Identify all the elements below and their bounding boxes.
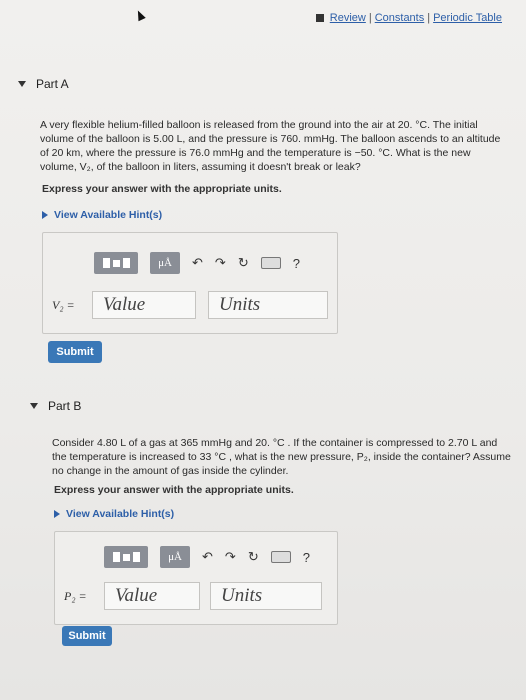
part-b-units-input[interactable]: Units xyxy=(210,582,322,610)
redo-icon[interactable]: ↷ xyxy=(225,549,236,565)
templates-button[interactable] xyxy=(94,252,138,274)
part-b-title: Part B xyxy=(48,399,82,413)
review-icon xyxy=(315,14,324,22)
part-a-hints-label: View Available Hint(s) xyxy=(54,209,163,221)
header-links: Review | Constants | Periodic Table xyxy=(315,12,502,24)
part-b-header[interactable]: Part B xyxy=(30,399,81,413)
keyboard-icon[interactable] xyxy=(260,257,281,269)
part-a-submit-button[interactable]: Submit xyxy=(48,341,102,363)
template-block-icon xyxy=(102,258,110,268)
part-b-toolbar: μÅ ↶ ↷ ↻ ? xyxy=(104,546,310,568)
part-a-title: Part A xyxy=(36,77,69,91)
part-b-value-input[interactable]: Value xyxy=(104,582,200,610)
link-separator: | xyxy=(427,12,431,24)
reset-icon[interactable]: ↻ xyxy=(248,549,259,565)
template-block-icon xyxy=(122,258,130,268)
keyboard-icon[interactable] xyxy=(270,551,291,563)
part-a-value-input[interactable]: Value xyxy=(92,291,196,319)
template-block-icon xyxy=(112,259,120,267)
part-b-submit-button[interactable]: Submit xyxy=(62,626,112,646)
link-separator: | xyxy=(368,12,372,24)
undo-icon[interactable]: ↶ xyxy=(202,549,213,565)
expand-caret-icon xyxy=(54,510,60,518)
expand-caret-icon xyxy=(42,211,48,219)
part-b-answer-row: P₂ = Value Units xyxy=(64,582,322,610)
template-block-icon xyxy=(132,552,140,562)
templates-button[interactable] xyxy=(104,546,148,568)
collapse-caret-icon xyxy=(30,403,38,409)
part-a-hints-toggle[interactable]: View Available Hint(s) xyxy=(42,209,162,221)
part-b-variable-label: P₂ = xyxy=(64,588,87,603)
review-link[interactable]: Review xyxy=(330,12,366,24)
part-b-hints-toggle[interactable]: View Available Hint(s) xyxy=(54,508,174,520)
periodic-table-link[interactable]: Periodic Table xyxy=(433,12,502,24)
undo-icon[interactable]: ↶ xyxy=(192,255,203,271)
help-icon[interactable]: ? xyxy=(293,256,300,271)
part-a-toolbar: μÅ ↶ ↷ ↻ ? xyxy=(94,252,300,274)
reset-icon[interactable]: ↻ xyxy=(238,255,249,271)
collapse-caret-icon xyxy=(18,81,26,87)
page: Review | Constants | Periodic Table Part… xyxy=(0,0,526,700)
mouse-cursor-icon xyxy=(134,8,146,22)
units-symbol-button[interactable]: μÅ xyxy=(160,546,190,568)
template-block-icon xyxy=(112,552,120,562)
units-symbol-button[interactable]: μÅ xyxy=(150,252,180,274)
part-a-answer-row: V₂ = Value Units xyxy=(52,291,328,319)
part-b-express: Express your answer with the appropriate… xyxy=(54,484,294,496)
constants-link[interactable]: Constants xyxy=(375,12,425,24)
part-a-variable-label: V₂ = xyxy=(52,297,75,312)
part-a-problem: A very flexible helium-filled balloon is… xyxy=(40,119,501,173)
help-icon[interactable]: ? xyxy=(303,550,310,565)
part-a-express: Express your answer with the appropriate… xyxy=(42,183,282,195)
template-block-icon xyxy=(122,553,130,561)
part-a-units-input[interactable]: Units xyxy=(208,291,328,319)
part-b-problem: Consider 4.80 L of a gas at 365 mmHg and… xyxy=(52,437,511,477)
redo-icon[interactable]: ↷ xyxy=(215,255,226,271)
part-a-header[interactable]: Part A xyxy=(18,77,69,91)
part-b-hints-label: View Available Hint(s) xyxy=(66,508,175,520)
